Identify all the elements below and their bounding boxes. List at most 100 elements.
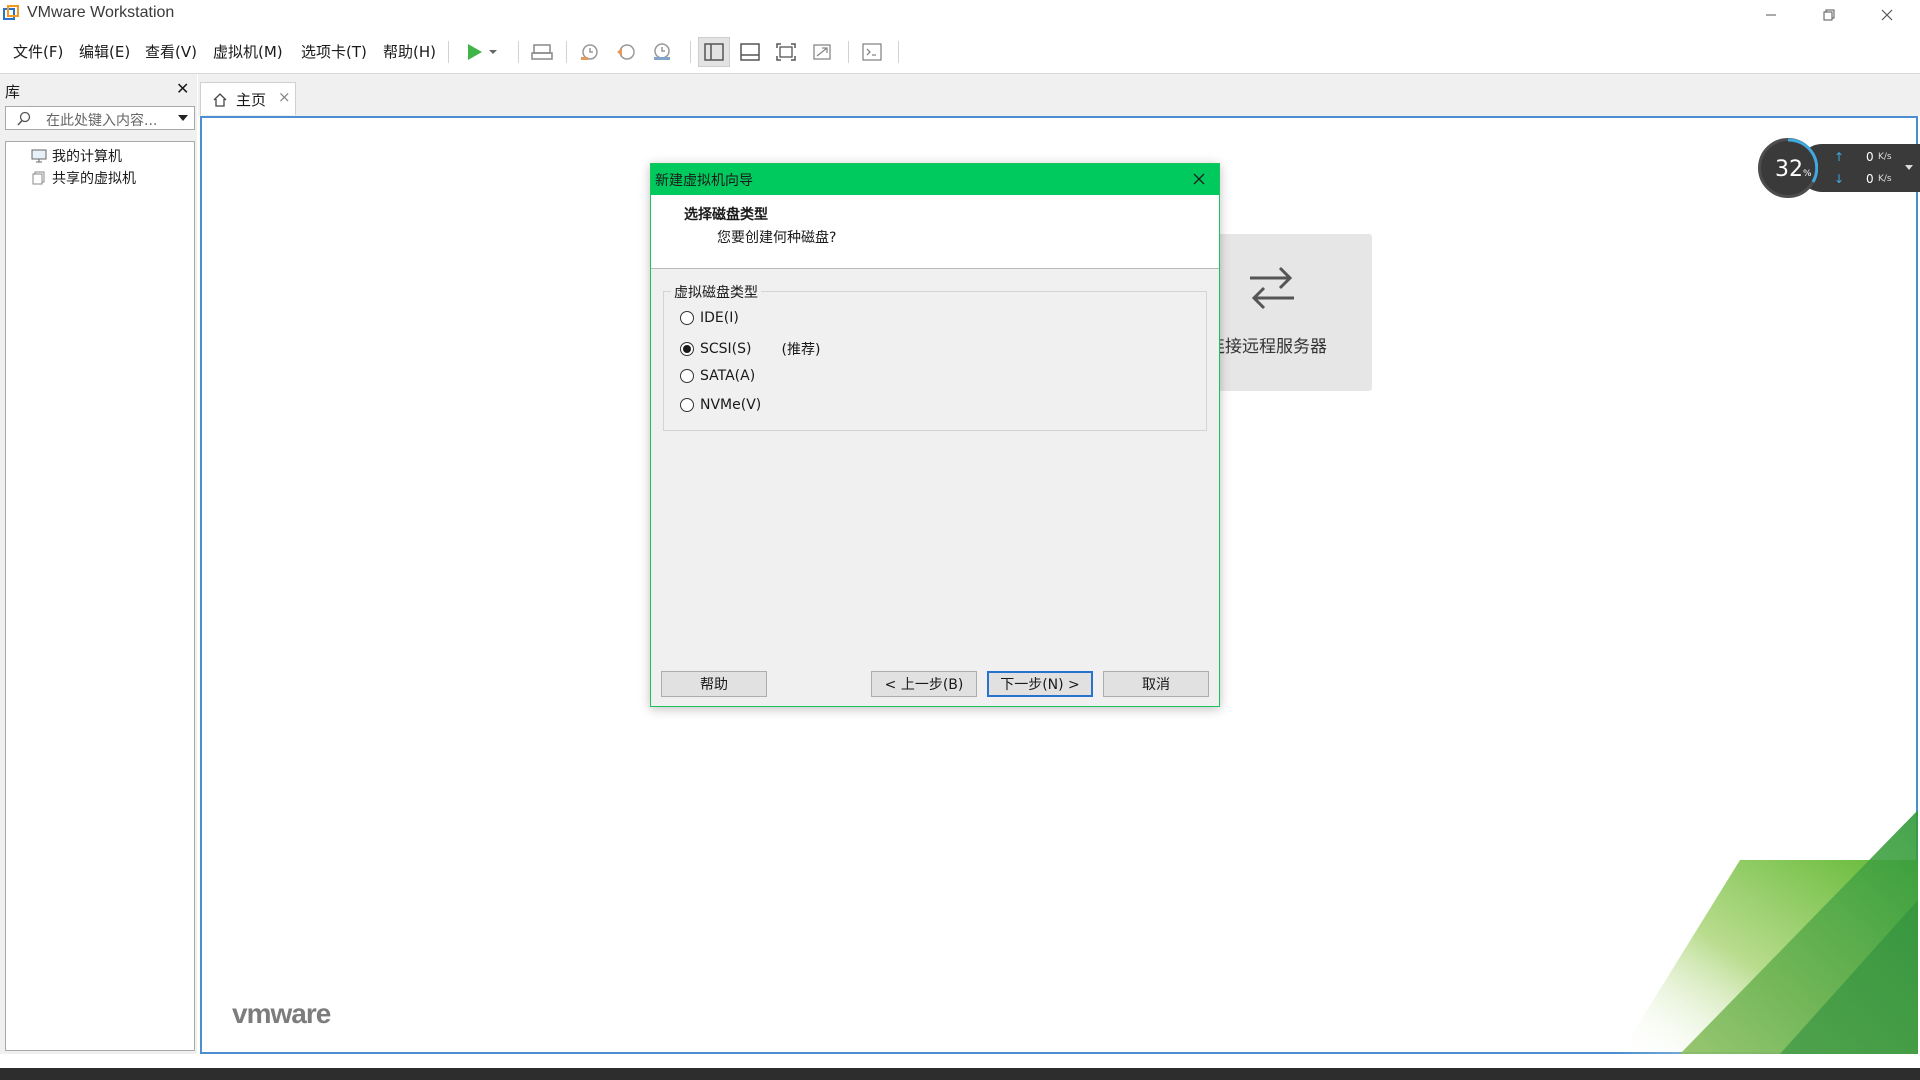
- menu-toolbar-bar: 文件(F) 编辑(E) 查看(V) 虚拟机(M) 选项卡(T) 帮助(H): [0, 29, 1920, 74]
- close-icon: [1193, 173, 1205, 185]
- download-arrow-icon: ↓: [1834, 172, 1845, 186]
- vmware-logo: vmware: [232, 998, 331, 1029]
- disk-type-option-nvme[interactable]: NVMe(V): [680, 397, 761, 413]
- library-search-input[interactable]: 在此处键入内容...: [5, 106, 195, 130]
- home-icon: [213, 93, 227, 107]
- library-tree: 我的计算机 共享的虚拟机: [5, 141, 195, 1051]
- back-button[interactable]: < 上一步(B): [871, 671, 977, 697]
- new-vm-wizard-dialog: 新建虚拟机向导 选择磁盘类型 您要创建何种磁盘? 虚拟磁盘类型 IDE(I) S…: [650, 163, 1220, 707]
- upload-speed: 0: [1866, 150, 1874, 164]
- shared-vm-icon: [32, 171, 45, 185]
- download-speed: 0: [1866, 172, 1874, 186]
- show-library-button[interactable]: [698, 37, 730, 67]
- radio-dot: [683, 345, 691, 353]
- tab-home[interactable]: 主页 ×: [200, 82, 296, 115]
- send-ctrl-alt-del-button[interactable]: [526, 37, 558, 67]
- snapshot-button[interactable]: [574, 37, 606, 67]
- help-button[interactable]: 帮助: [661, 671, 767, 697]
- search-placeholder: 在此处键入内容...: [46, 113, 158, 129]
- radio-button[interactable]: [680, 311, 694, 325]
- power-dropdown-button[interactable]: [484, 37, 502, 67]
- close-window-button[interactable]: [1858, 0, 1916, 29]
- search-icon: [17, 111, 31, 126]
- tree-item-my-computer[interactable]: 我的计算机: [31, 146, 122, 166]
- upload-unit: K/s: [1878, 152, 1892, 162]
- radio-button[interactable]: [680, 398, 694, 412]
- menu-file[interactable]: 文件(F): [13, 41, 63, 62]
- connect-remote-server-card[interactable]: 连接远程服务器: [1200, 234, 1372, 391]
- dialog-close-button[interactable]: [1187, 168, 1211, 190]
- revert-snapshot-icon: [617, 44, 635, 60]
- full-screen-button[interactable]: [770, 37, 802, 67]
- minimize-button[interactable]: [1742, 0, 1800, 29]
- menu-edit[interactable]: 编辑(E): [79, 41, 130, 62]
- dialog-subheading: 您要创建何种磁盘?: [717, 230, 837, 246]
- console-view-button[interactable]: [856, 37, 888, 67]
- network-speed-widget[interactable]: 32 % ↑ 0 K/s ↓ 0 K/s: [1758, 138, 1920, 198]
- disk-type-option-sata[interactable]: SATA(A): [680, 368, 755, 384]
- thumbnail-bar-button[interactable]: [734, 37, 766, 67]
- library-close-button[interactable]: ✕: [176, 79, 189, 98]
- cpu-gauge: 32 %: [1758, 138, 1818, 198]
- thumbnail-bar-icon: [740, 43, 760, 61]
- window-title: VMware Workstation: [27, 4, 175, 21]
- chevron-down-icon[interactable]: [1904, 164, 1914, 172]
- tree-item-label: 共享的虚拟机: [52, 171, 136, 187]
- terminal-icon: [862, 43, 882, 61]
- snapshot-clock-icon: [581, 44, 598, 60]
- disk-type-option-ide[interactable]: IDE(I): [680, 310, 739, 326]
- menu-help[interactable]: 帮助(H): [383, 41, 436, 62]
- chevron-down-icon[interactable]: [178, 114, 188, 122]
- unity-button[interactable]: [806, 37, 838, 67]
- minimize-icon: [1766, 14, 1776, 15]
- restore-icon: [1823, 9, 1835, 20]
- library-title: 库: [5, 83, 21, 101]
- radio-button[interactable]: [680, 369, 694, 383]
- toolbar-separator: [566, 41, 567, 63]
- play-icon: [468, 44, 482, 60]
- download-unit: K/s: [1878, 174, 1892, 184]
- radio-button-selected[interactable]: [680, 342, 694, 356]
- toolbar-separator: [690, 41, 691, 63]
- disk-type-group-label: 虚拟磁盘类型: [671, 282, 761, 302]
- close-icon: [1881, 9, 1893, 20]
- tab-strip: 主页 ×: [198, 74, 1920, 116]
- tree-item-shared-vms[interactable]: 共享的虚拟机: [31, 168, 136, 188]
- keyboard-icon: [531, 44, 553, 60]
- option-label: NVMe(V): [700, 397, 762, 413]
- snapshot-manager-icon: [654, 43, 670, 60]
- title-bar: VMware Workstation: [0, 0, 1920, 29]
- vmware-app-icon: [3, 5, 19, 20]
- cancel-button[interactable]: 取消: [1103, 671, 1209, 697]
- toolbar-separator: [518, 41, 519, 63]
- vmware-corner-graphic: [1620, 810, 1918, 1054]
- unity-icon: [813, 44, 831, 60]
- toolbar-separator: [448, 41, 449, 63]
- tree-item-label: 我的计算机: [52, 149, 122, 165]
- revert-snapshot-button[interactable]: [610, 37, 642, 67]
- restore-button[interactable]: [1800, 0, 1858, 29]
- cpu-percent-sign: %: [1803, 169, 1812, 179]
- menu-view[interactable]: 查看(V): [145, 41, 197, 62]
- os-taskbar: [0, 1068, 1920, 1080]
- option-label: SATA(A): [700, 368, 756, 384]
- tab-home-label: 主页: [236, 91, 267, 109]
- snapshot-manager-button[interactable]: [646, 37, 678, 67]
- tab-close-button[interactable]: ×: [278, 88, 291, 106]
- dialog-title: 新建虚拟机向导: [655, 173, 753, 189]
- toolbar-separator: [848, 41, 849, 63]
- recommended-note: (推荐): [781, 342, 821, 358]
- dialog-heading: 选择磁盘类型: [684, 207, 768, 223]
- menu-vm[interactable]: 虚拟机(M): [213, 41, 283, 62]
- dialog-title-bar[interactable]: 新建虚拟机向导: [651, 164, 1219, 195]
- cpu-percent: 32: [1775, 157, 1803, 182]
- menu-tabs[interactable]: 选项卡(T): [301, 41, 367, 62]
- chevron-down-icon: [489, 50, 497, 54]
- next-button[interactable]: 下一步(N) >: [987, 671, 1093, 697]
- library-panel-icon: [704, 43, 724, 61]
- full-screen-icon: [776, 43, 796, 61]
- swap-arrows-icon: [1250, 266, 1294, 310]
- library-panel: 库 ✕ 在此处键入内容... 我的计算机 共享的虚拟机: [0, 74, 197, 1054]
- disk-type-option-scsi[interactable]: SCSI(S) (推荐): [680, 339, 820, 359]
- computer-icon: [31, 149, 47, 163]
